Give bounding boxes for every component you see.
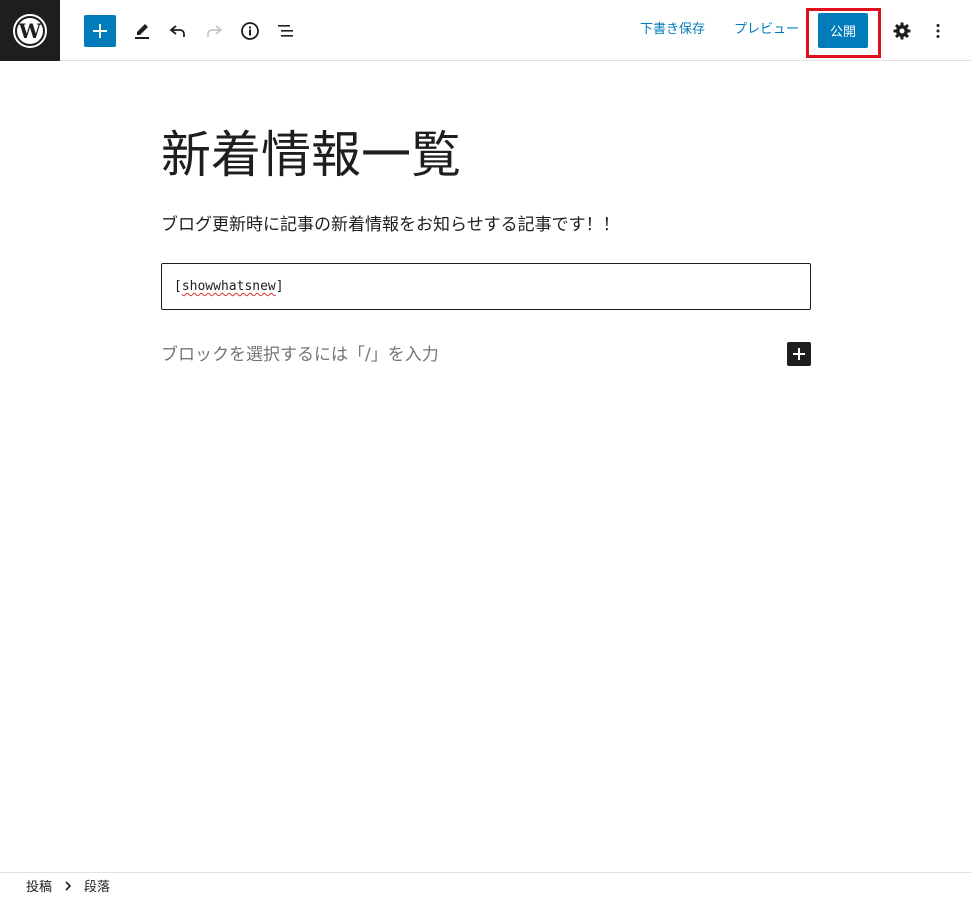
- inline-add-block-button[interactable]: [787, 342, 811, 366]
- breadcrumb-item-post[interactable]: 投稿: [26, 876, 52, 895]
- shortcode-block[interactable]: [showwhatsnew]: [161, 263, 811, 310]
- list-view-button[interactable]: [270, 15, 302, 47]
- block-breadcrumb: 投稿 段落: [0, 872, 971, 898]
- shortcode-bracket-close: ]: [275, 279, 284, 294]
- more-vertical-icon: [936, 24, 940, 38]
- chevron-right-icon: [64, 880, 72, 891]
- svg-text:W: W: [18, 19, 42, 43]
- top-toolbar: W 下書き保存 プレビュー 公開: [0, 0, 971, 61]
- save-draft-button[interactable]: 下書き保存: [640, 20, 705, 40]
- wordpress-logo-icon[interactable]: W: [0, 0, 60, 61]
- breadcrumb-item-paragraph[interactable]: 段落: [84, 876, 110, 895]
- editor-page: W 下書き保存 プレビュー 公開 新着情報一覧 ブログ更新時に記事の新着情報をお…: [0, 0, 971, 898]
- add-block-button[interactable]: [84, 15, 116, 47]
- redo-button[interactable]: [198, 15, 230, 47]
- tools-button[interactable]: [126, 15, 158, 47]
- settings-button[interactable]: [886, 15, 918, 47]
- paragraph-block[interactable]: ブログ更新時に記事の新着情報をお知らせする記事です！！: [161, 212, 620, 238]
- block-placeholder[interactable]: ブロックを選択するには「/」を入力: [161, 342, 439, 368]
- options-menu-button[interactable]: [922, 15, 954, 47]
- info-icon: [241, 22, 259, 40]
- undo-icon: [169, 25, 185, 37]
- gear-icon: [893, 22, 911, 40]
- publish-button[interactable]: 公開: [818, 13, 868, 48]
- details-button[interactable]: [234, 15, 266, 47]
- pencil-icon: [135, 24, 149, 39]
- shortcode-bracket-open: [: [174, 279, 182, 294]
- plus-icon: [793, 348, 805, 360]
- list-view-icon: [278, 25, 293, 37]
- shortcode-text: showwhatsnew: [181, 279, 276, 294]
- redo-icon: [207, 25, 223, 37]
- post-title[interactable]: 新着情報一覧: [161, 120, 461, 190]
- preview-button[interactable]: プレビュー: [734, 20, 799, 40]
- undo-button[interactable]: [162, 15, 194, 47]
- plus-icon: [93, 24, 107, 38]
